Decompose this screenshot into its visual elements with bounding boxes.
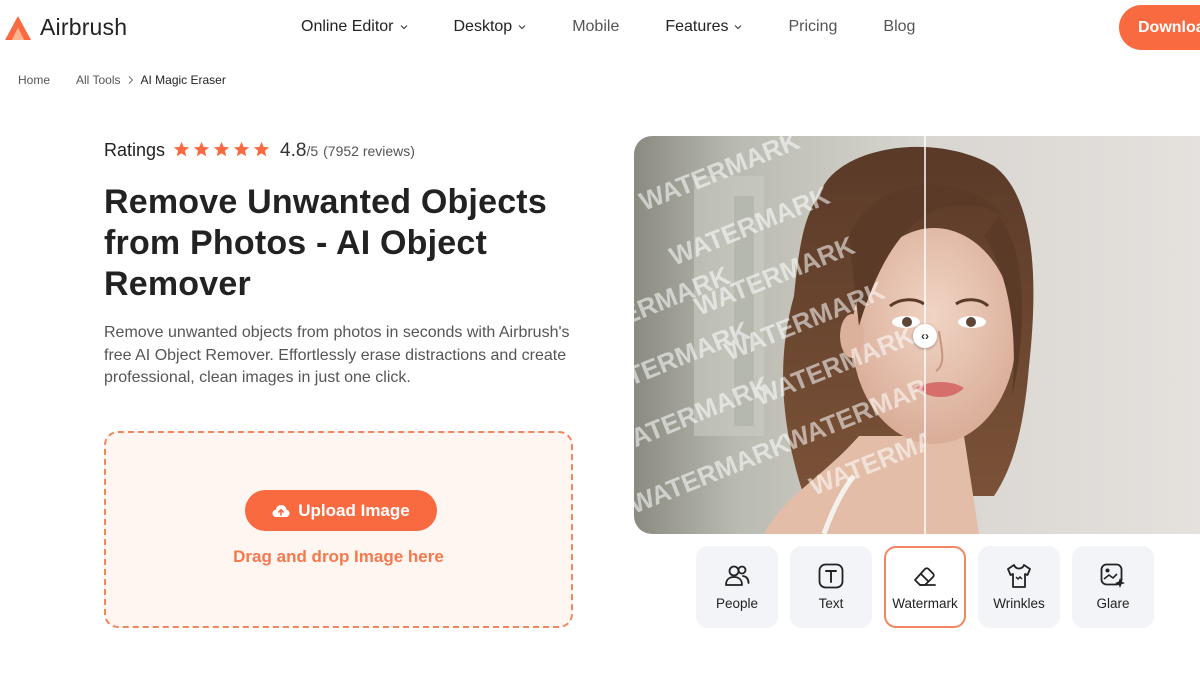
tool-people[interactable]: People	[696, 546, 778, 628]
tool-label: Text	[818, 596, 844, 611]
chevron-down-icon	[735, 25, 742, 30]
star-icon	[173, 141, 190, 157]
star-icon	[193, 141, 210, 157]
cloud-upload-icon	[272, 504, 290, 517]
brand-name: Airbrush	[40, 14, 128, 40]
page-title: Remove Unwanted Objects from Photos - AI…	[104, 183, 547, 303]
nav-label: Pricing	[788, 18, 838, 35]
ratings-label: Ratings	[104, 140, 166, 160]
upload-image-label: Upload Image	[298, 500, 410, 520]
eraser-icon	[914, 567, 936, 586]
chevron-right-icon	[129, 76, 134, 84]
site-header: Airbrush Online Editor Desktop Mobile Fe…	[0, 0, 1200, 56]
nav-mobile[interactable]: Mobile	[572, 18, 619, 36]
tool-label: Glare	[1096, 596, 1130, 611]
rating-denominator: /5	[306, 143, 319, 159]
page-description: Remove unwanted objects from photos in s…	[104, 324, 570, 386]
upload-dropzone[interactable]: Upload Image Drag and drop Image here	[104, 431, 573, 628]
tool-glare[interactable]: Glare	[1072, 546, 1154, 628]
nav-features[interactable]: Features	[665, 18, 742, 36]
tool-watermark[interactable]: Watermark	[884, 546, 966, 628]
brand-logo[interactable]: Airbrush	[4, 14, 127, 41]
glare-icon	[1100, 563, 1125, 588]
nav-label: Online Editor	[301, 18, 394, 35]
nav-label: Features	[665, 18, 729, 35]
tool-wrinkles[interactable]: Wrinkles	[978, 546, 1060, 628]
breadcrumb-current: AI Magic Eraser	[140, 73, 226, 87]
nav-label: Desktop	[453, 18, 513, 35]
nav-label: Blog	[883, 18, 916, 35]
tool-label: Watermark	[892, 596, 958, 611]
ratings-row: Ratings 4.8 /5 (7952 reviews)	[104, 139, 415, 162]
chevron-down-icon	[400, 25, 407, 30]
tool-selector: People Text Watermark Wrinkles Glare	[696, 546, 1154, 628]
drag-drop-hint: Drag and drop Image here	[233, 547, 444, 566]
download-button[interactable]: Download	[1119, 5, 1200, 50]
airbrush-logo-icon	[5, 15, 31, 40]
star-icon	[213, 141, 230, 157]
main-nav: Online Editor Desktop Mobile Features Pr…	[301, 18, 961, 36]
review-count: (7952 reviews)	[323, 143, 415, 159]
tool-label: Wrinkles	[993, 596, 1045, 611]
nav-blog[interactable]: Blog	[883, 18, 915, 36]
nav-desktop[interactable]: Desktop	[454, 18, 527, 36]
star-icon	[233, 141, 250, 157]
text-icon	[818, 563, 844, 589]
chevron-down-icon	[518, 25, 526, 30]
nav-online-editor[interactable]: Online Editor	[301, 18, 408, 36]
breadcrumb-all-tools[interactable]: All Tools	[76, 73, 120, 87]
breadcrumb-home[interactable]: Home	[18, 73, 50, 87]
tool-label: People	[715, 596, 759, 611]
star-icon	[253, 141, 270, 157]
nav-label: Mobile	[572, 18, 620, 35]
upload-image-button[interactable]: Upload Image	[245, 490, 437, 531]
shirt-icon	[1007, 564, 1031, 588]
people-icon	[725, 565, 750, 586]
compare-slider-handle[interactable]: ‹›	[913, 324, 937, 348]
tool-text[interactable]: Text	[790, 546, 872, 628]
star-rating	[173, 141, 270, 158]
breadcrumb: Home All Tools AI Magic Eraser	[18, 73, 226, 87]
nav-pricing[interactable]: Pricing	[788, 18, 837, 36]
rating-score: 4.8	[280, 140, 307, 161]
